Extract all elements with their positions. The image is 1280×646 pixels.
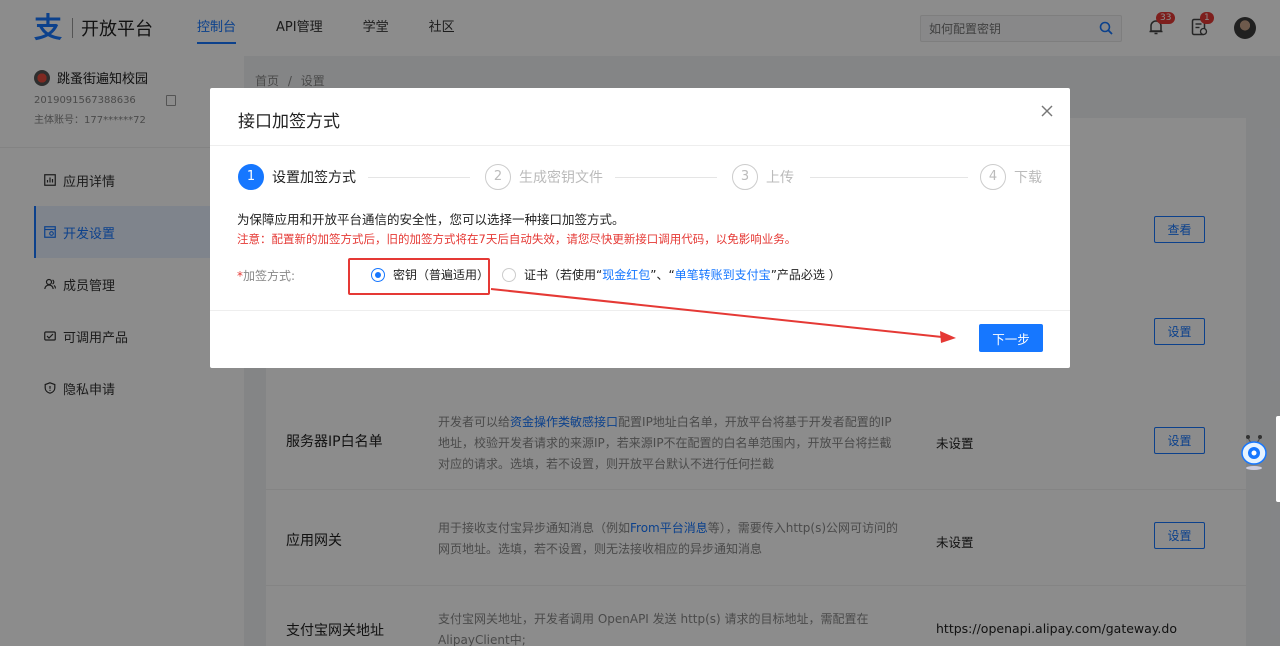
sign-method-label: *加签方式: bbox=[237, 267, 295, 284]
step-2: 2 生成密钥文件 bbox=[485, 163, 603, 191]
annotation-highlight-box bbox=[348, 258, 490, 295]
assistant-robot[interactable] bbox=[1239, 432, 1269, 472]
step-connector bbox=[810, 177, 968, 178]
next-button[interactable]: 下一步 bbox=[979, 324, 1043, 352]
step-number: 4 bbox=[980, 164, 1006, 190]
step-4: 4 下载 bbox=[980, 163, 1042, 191]
close-icon[interactable] bbox=[1040, 104, 1054, 118]
cash-redpacket-link[interactable]: 现金红包 bbox=[602, 266, 650, 283]
step-label: 设置加签方式 bbox=[272, 170, 356, 186]
sign-method-modal: 接口加签方式 1 设置加签方式 2 生成密钥文件 3 上传 4 下载 为保障应用… bbox=[210, 88, 1070, 368]
warning-notice: 注意：配置新的加签方式后，旧的加签方式将在7天后自动失效，请您尽快更新接口调用代… bbox=[237, 232, 797, 246]
step-3: 3 上传 bbox=[732, 163, 794, 191]
modal-title: 接口加签方式 bbox=[238, 112, 340, 132]
steps: 1 设置加签方式 2 生成密钥文件 3 上传 4 下载 bbox=[238, 163, 1044, 191]
cert-text: 证书（若使用“ bbox=[524, 268, 603, 282]
step-number: 3 bbox=[732, 164, 758, 190]
security-tip: 为保障应用和开放平台通信的安全性，您可以选择一种接口加签方式。 bbox=[237, 212, 625, 227]
step-number: 1 bbox=[238, 164, 264, 190]
step-label: 生成密钥文件 bbox=[519, 170, 603, 186]
option-certificate[interactable]: 证书（若使用“ 现金红包 ”、“ 单笔转账到支付宝 ”产品必选 ） bbox=[502, 266, 841, 283]
step-number: 2 bbox=[485, 164, 511, 190]
step-label: 上传 bbox=[766, 170, 794, 186]
field-label-text: 加签方式: bbox=[243, 269, 296, 283]
step-label: 下载 bbox=[1014, 170, 1042, 186]
certificate-radio[interactable] bbox=[502, 267, 516, 282]
step-1: 1 设置加签方式 bbox=[238, 163, 356, 191]
cert-text: ”、“ bbox=[650, 268, 675, 282]
step-connector bbox=[368, 177, 470, 178]
right-side-tab[interactable] bbox=[1276, 416, 1280, 502]
cert-text: ”产品必选 ） bbox=[770, 268, 841, 282]
step-connector bbox=[615, 177, 717, 178]
modal-header: 接口加签方式 bbox=[210, 88, 1070, 146]
robot-icon bbox=[1241, 435, 1267, 470]
transfer-to-alipay-link[interactable]: 单笔转账到支付宝 bbox=[675, 266, 771, 283]
modal-footer-divider bbox=[210, 310, 1070, 311]
